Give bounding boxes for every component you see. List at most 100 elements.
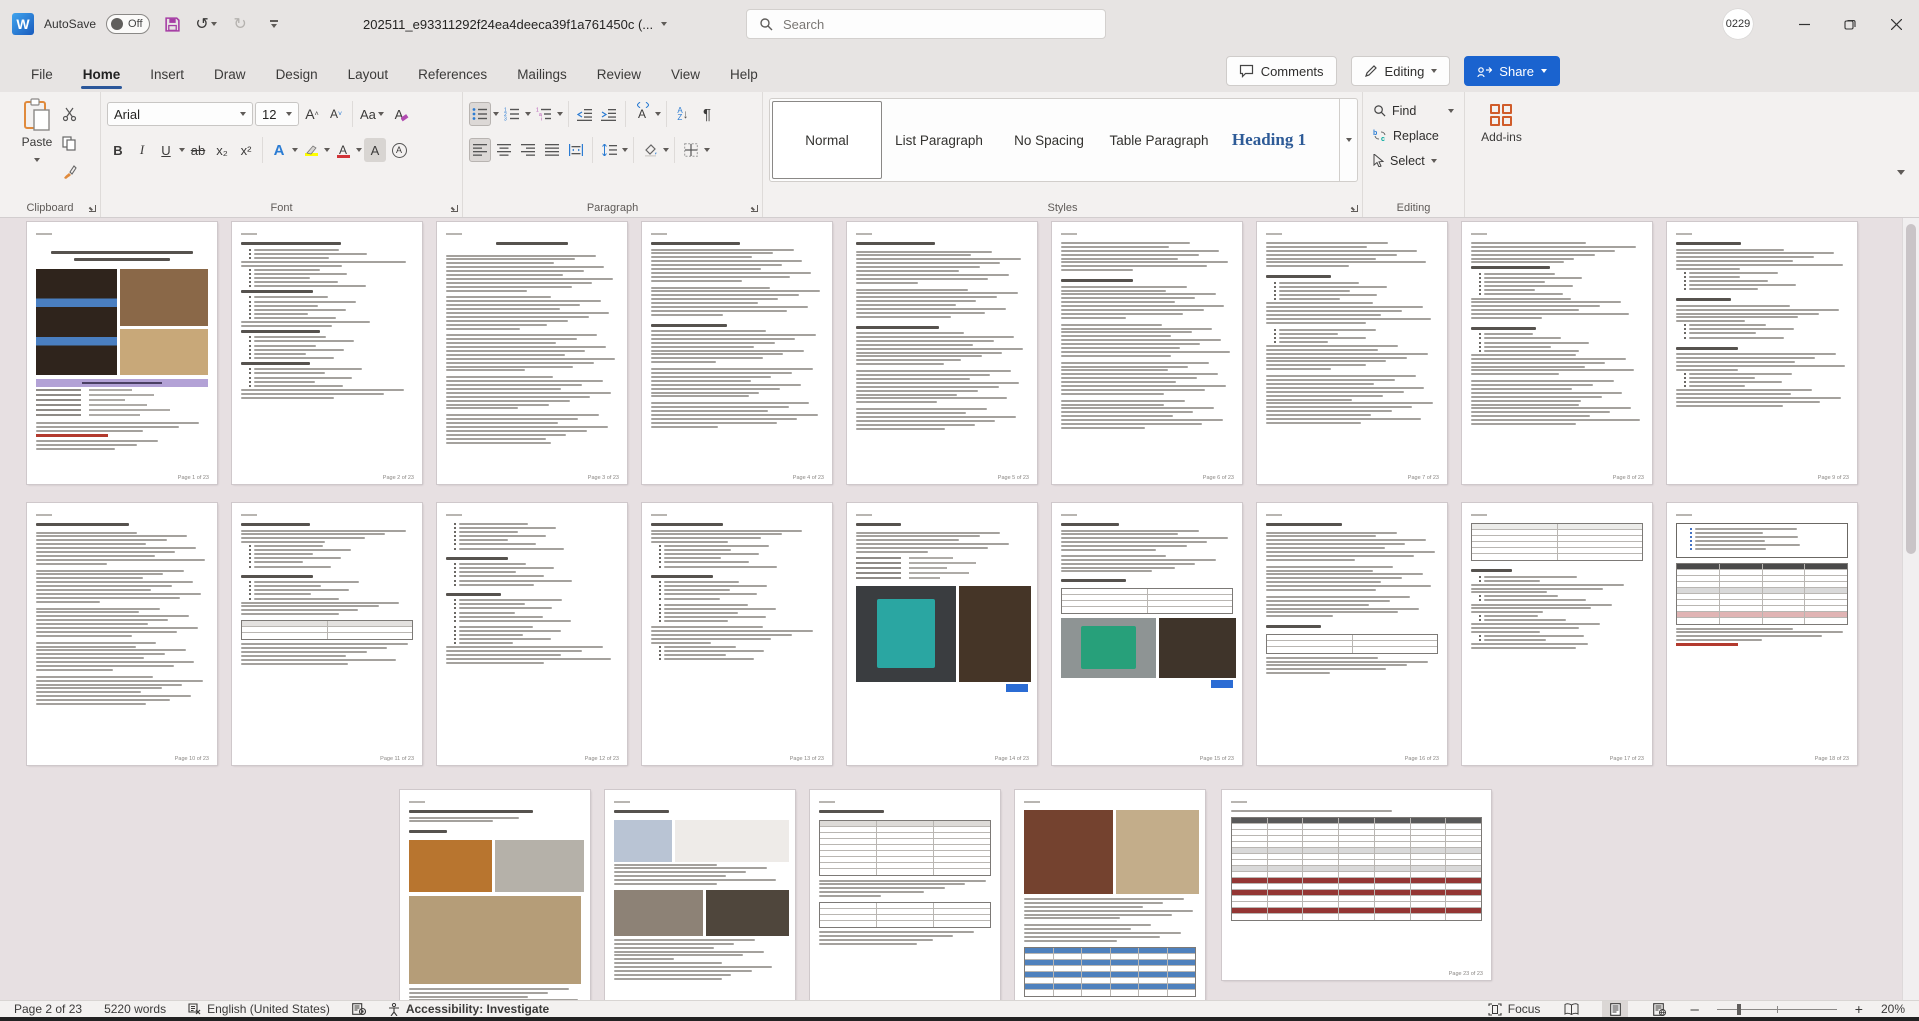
page-thumbnail-7[interactable]: Page 7 of 23 bbox=[1257, 222, 1447, 484]
page-thumbnail-18[interactable]: Page 18 of 23 bbox=[1667, 503, 1857, 765]
page-thumbnail-5[interactable]: Page 5 of 23 bbox=[847, 222, 1037, 484]
style-table-paragraph[interactable]: Table Paragraph bbox=[1104, 99, 1214, 181]
align-center-button[interactable] bbox=[493, 138, 515, 162]
tab-draw[interactable]: Draw bbox=[199, 56, 261, 92]
vertical-scrollbar[interactable] bbox=[1902, 218, 1919, 1000]
asian-layout-chevron[interactable] bbox=[655, 112, 661, 116]
share-button[interactable]: Share bbox=[1464, 56, 1560, 86]
numbering-chevron[interactable] bbox=[525, 112, 531, 116]
borders-chevron[interactable] bbox=[704, 148, 710, 152]
asian-layout-button[interactable]: A bbox=[631, 102, 653, 126]
page-thumbnail-16[interactable]: Page 16 of 23 bbox=[1257, 503, 1447, 765]
page-thumbnail-11[interactable]: Page 11 of 23 bbox=[232, 503, 422, 765]
page-thumbnail-3[interactable]: Page 3 of 23 bbox=[437, 222, 627, 484]
page-number-indicator[interactable]: Page 2 of 23 bbox=[14, 1002, 82, 1016]
read-mode-button[interactable] bbox=[1558, 1001, 1584, 1017]
multilevel-chevron[interactable] bbox=[557, 112, 563, 116]
page-thumbnail-6[interactable]: Page 6 of 23 bbox=[1052, 222, 1242, 484]
page-thumbnail-21[interactable]: Page 21 of 23 bbox=[810, 790, 1000, 1000]
font-size-combo[interactable]: 12 bbox=[255, 102, 299, 126]
print-layout-button[interactable] bbox=[1602, 1001, 1628, 1017]
find-button[interactable]: Find bbox=[1369, 98, 1460, 123]
tab-file[interactable]: File bbox=[16, 56, 68, 92]
text-effects-button[interactable]: A bbox=[268, 138, 290, 162]
multilevel-list-button[interactable]: 1 a i bbox=[533, 102, 555, 126]
page-thumbnail-13[interactable]: Page 13 of 23 bbox=[642, 503, 832, 765]
tab-help[interactable]: Help bbox=[715, 56, 773, 92]
page-thumbnail-22[interactable]: Page 22 of 23 bbox=[1015, 790, 1205, 1000]
zoom-out-button[interactable]: – bbox=[1690, 1001, 1698, 1018]
bullets-button[interactable] bbox=[469, 102, 491, 126]
page-thumbnail-14[interactable]: Page 14 of 23 bbox=[847, 503, 1037, 765]
justify-button[interactable] bbox=[541, 138, 563, 162]
scrollbar-thumb[interactable] bbox=[1906, 224, 1916, 554]
page-thumbnail-1[interactable]: Page 1 of 23 bbox=[27, 222, 217, 484]
align-left-button[interactable] bbox=[469, 138, 491, 162]
underline-options-chevron[interactable] bbox=[179, 148, 185, 152]
page-thumbnail-10[interactable]: Page 10 of 23 bbox=[27, 503, 217, 765]
decrease-indent-button[interactable] bbox=[574, 102, 596, 126]
font-color-chevron[interactable] bbox=[356, 148, 362, 152]
enclose-characters-button[interactable]: A bbox=[388, 138, 410, 162]
tab-mailings[interactable]: Mailings bbox=[502, 56, 582, 92]
search-input[interactable]: Search bbox=[746, 9, 1106, 39]
zoom-percentage[interactable]: 20% bbox=[1881, 1002, 1905, 1016]
style-heading-1[interactable]: Heading 1 bbox=[1214, 99, 1324, 181]
shading-chevron[interactable] bbox=[663, 148, 669, 152]
shading-button[interactable] bbox=[639, 138, 661, 162]
tab-review[interactable]: Review bbox=[582, 56, 656, 92]
tab-insert[interactable]: Insert bbox=[135, 56, 199, 92]
page-thumbnail-19[interactable]: Page 19 of 23 bbox=[400, 790, 590, 1000]
page-thumbnail-2[interactable]: Page 2 of 23 bbox=[232, 222, 422, 484]
accessibility-status[interactable]: Accessibility: Investigate bbox=[388, 1002, 549, 1016]
font-color-button[interactable]: A bbox=[332, 138, 354, 162]
sort-button[interactable]: AZ↓ bbox=[672, 102, 694, 126]
addins-button[interactable]: Add-ins bbox=[1471, 104, 1532, 144]
paragraph-dialog-launcher[interactable] bbox=[751, 205, 758, 212]
format-painter-button[interactable] bbox=[58, 160, 80, 184]
zoom-in-button[interactable]: + bbox=[1855, 1001, 1863, 1017]
strikethrough-button[interactable]: ab bbox=[187, 138, 209, 162]
styles-gallery-more-button[interactable] bbox=[1339, 99, 1357, 181]
copy-button[interactable] bbox=[58, 131, 80, 155]
save-button[interactable] bbox=[160, 11, 184, 37]
style-list-paragraph[interactable]: List Paragraph bbox=[884, 99, 994, 181]
line-spacing-chevron[interactable] bbox=[622, 148, 628, 152]
restore-button[interactable] bbox=[1827, 0, 1873, 48]
tab-references[interactable]: References bbox=[403, 56, 502, 92]
comments-button[interactable]: Comments bbox=[1226, 56, 1337, 86]
distribute-button[interactable] bbox=[565, 138, 587, 162]
bullets-chevron[interactable] bbox=[493, 112, 499, 116]
character-shading-button[interactable]: A bbox=[364, 138, 386, 162]
subscript-button[interactable]: x₂ bbox=[211, 138, 233, 162]
editing-mode-button[interactable]: Editing bbox=[1351, 56, 1451, 86]
page-thumbnail-9[interactable]: Page 9 of 23 bbox=[1667, 222, 1857, 484]
zoom-slider-thumb[interactable] bbox=[1737, 1004, 1741, 1015]
document-canvas[interactable]: Page 1 of 23Page 2 of 23Page 3 of 23Page… bbox=[0, 218, 1919, 1000]
clear-formatting-button[interactable]: A bbox=[388, 102, 410, 126]
text-effects-chevron[interactable] bbox=[292, 148, 298, 152]
paste-button[interactable]: Paste bbox=[22, 98, 53, 184]
styles-dialog-launcher[interactable] bbox=[1351, 205, 1358, 212]
minimize-button[interactable] bbox=[1781, 0, 1827, 48]
font-name-combo[interactable]: Arial bbox=[107, 102, 253, 126]
tab-design[interactable]: Design bbox=[261, 56, 333, 92]
cut-button[interactable] bbox=[58, 102, 80, 126]
superscript-button[interactable]: x² bbox=[235, 138, 257, 162]
zoom-slider[interactable] bbox=[1717, 1009, 1837, 1010]
quick-access-overflow-button[interactable] bbox=[262, 11, 286, 37]
page-thumbnail-17[interactable]: Page 17 of 23 bbox=[1462, 503, 1652, 765]
change-case-button[interactable]: Aa bbox=[358, 102, 386, 126]
show-formatting-marks-button[interactable]: ¶ bbox=[696, 102, 718, 126]
document-title-area[interactable]: 202511_e93311292f24ea4deeca39f1a761450c … bbox=[363, 0, 667, 48]
italic-button[interactable]: I bbox=[131, 138, 153, 162]
grow-font-button[interactable]: A˄ bbox=[301, 102, 323, 126]
style-no-spacing[interactable]: No Spacing bbox=[994, 99, 1104, 181]
font-dialog-launcher[interactable] bbox=[451, 205, 458, 212]
autosave-toggle[interactable]: Off bbox=[106, 14, 150, 34]
numbering-button[interactable]: 1 2 3 bbox=[501, 102, 523, 126]
collapse-ribbon-chevron[interactable] bbox=[1897, 170, 1905, 175]
select-button[interactable]: Select bbox=[1369, 148, 1460, 173]
page-thumbnail-8[interactable]: Page 8 of 23 bbox=[1462, 222, 1652, 484]
page-thumbnail-4[interactable]: Page 4 of 23 bbox=[642, 222, 832, 484]
